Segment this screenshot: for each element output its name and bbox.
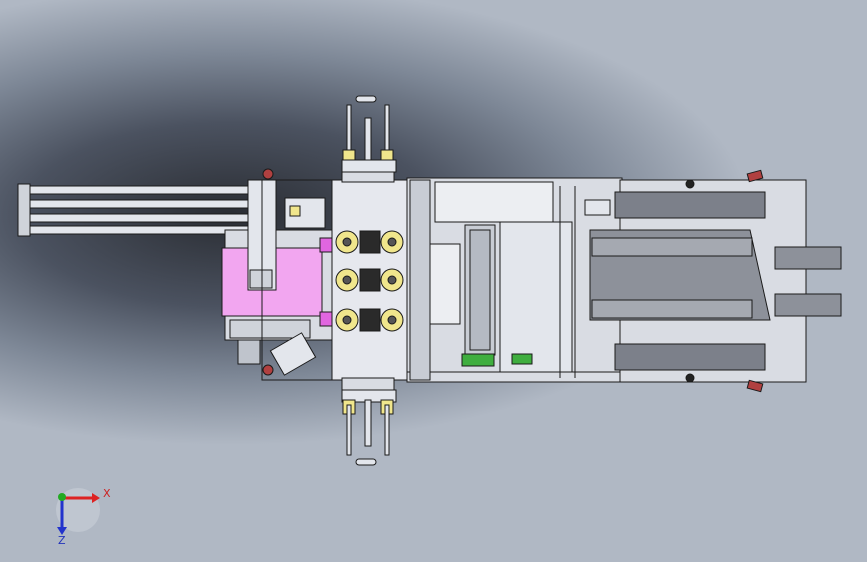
right-gripper-frame — [589, 169, 842, 393]
central-bearing-block — [331, 169, 408, 391]
bearing-row-2 — [335, 268, 404, 292]
left-rail-assembly — [17, 183, 261, 237]
bearing-row-1 — [335, 230, 404, 254]
bottom-cylinder-assembly — [341, 389, 397, 466]
coordinate-triad: X Z — [56, 487, 111, 547]
x-axis-label: X — [103, 487, 111, 500]
z-axis-label: Z — [58, 534, 66, 547]
top-cylinder-assembly — [341, 95, 397, 173]
bearing-row-3 — [335, 308, 404, 332]
cad-model-viewport[interactable]: X Z — [0, 0, 867, 562]
y-axis-dot — [58, 493, 66, 501]
